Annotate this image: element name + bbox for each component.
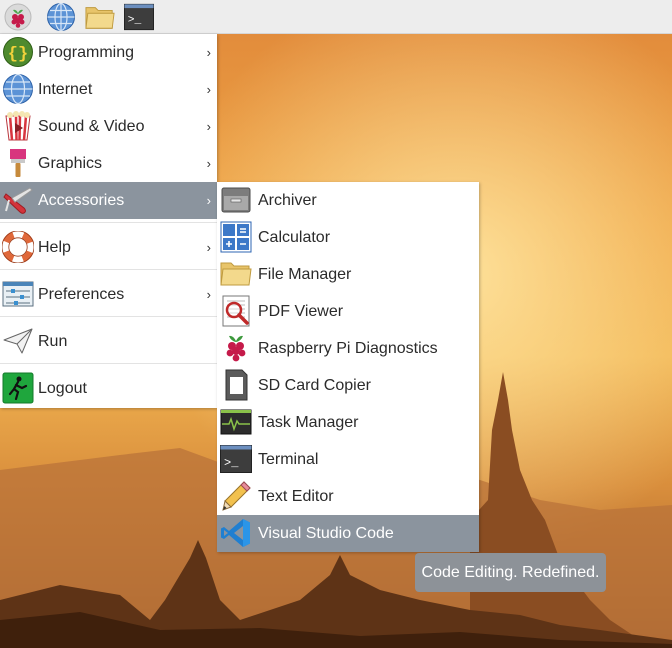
menu-item-preferences[interactable]: Preferences › <box>0 276 217 313</box>
sd-card-icon <box>225 369 248 401</box>
chevron-right-icon: › <box>206 287 211 302</box>
main-menu: {} Programming › Internet › Sound & Vide… <box>0 34 217 408</box>
submenu-item-text-editor[interactable]: Text Editor <box>217 478 479 515</box>
menu-item-graphics[interactable]: Graphics › <box>0 145 217 182</box>
menu-item-label: Programming <box>38 44 135 61</box>
chevron-right-icon: › <box>206 156 211 171</box>
menu-separator <box>0 222 217 223</box>
programming-icon: {} <box>3 37 33 67</box>
menu-item-label: Internet <box>38 81 93 98</box>
menu-item-run[interactable]: Run <box>0 323 217 360</box>
chevron-right-icon: › <box>206 82 211 97</box>
raspberry-logo-icon <box>4 3 32 31</box>
swiss-knife-icon <box>3 187 33 214</box>
menu-item-programming[interactable]: {} Programming › <box>0 34 217 71</box>
menu-item-sound-video[interactable]: Sound & Video › <box>0 108 217 145</box>
submenu-item-label: Archiver <box>258 192 317 209</box>
task-manager-icon <box>220 409 252 435</box>
menu-item-label: Sound & Video <box>38 118 145 135</box>
lifebuoy-icon <box>2 231 34 263</box>
submenu-item-label: Text Editor <box>258 488 334 505</box>
submenu-item-visual-studio-code[interactable]: Visual Studio Code <box>217 515 479 552</box>
submenu-item-file-manager[interactable]: File Manager <box>217 256 479 293</box>
web-browser-button[interactable] <box>46 2 76 32</box>
menu-item-label: Help <box>38 239 71 256</box>
menu-item-label: Graphics <box>38 155 103 172</box>
menu-item-logout[interactable]: Logout <box>0 370 217 407</box>
folder-icon <box>220 262 252 286</box>
menu-separator <box>0 363 217 364</box>
menu-separator <box>0 316 217 317</box>
submenu-item-label: Terminal <box>258 451 319 468</box>
pencil-icon <box>222 481 251 511</box>
chevron-right-icon: › <box>206 240 211 255</box>
submenu-item-label: File Manager <box>258 266 352 283</box>
chevron-right-icon: › <box>206 45 211 60</box>
globe-icon <box>47 2 75 32</box>
globe-icon <box>3 73 33 105</box>
menu-item-label: Accessories <box>38 192 125 209</box>
submenu-item-label: Visual Studio Code <box>258 525 394 542</box>
calculator-icon <box>220 221 252 253</box>
folder-icon <box>85 7 115 29</box>
menu-item-accessories[interactable]: Accessories › <box>0 182 217 219</box>
svg-text:>_: >_ <box>128 15 142 27</box>
submenu-item-label: PDF Viewer <box>258 303 344 320</box>
submenu-item-task-manager[interactable]: Task Manager <box>217 404 479 441</box>
submenu-item-raspberry-pi-diagnostics[interactable]: Raspberry Pi Diagnostics <box>217 330 479 367</box>
archiver-icon <box>221 187 251 213</box>
menu-item-help[interactable]: Help › <box>0 229 217 266</box>
menu-item-internet[interactable]: Internet › <box>0 71 217 108</box>
tooltip: Code Editing. Redefined. <box>415 553 606 592</box>
terminal-icon: >_ <box>220 445 252 473</box>
preferences-icon <box>2 281 34 307</box>
file-manager-button[interactable] <box>85 2 115 32</box>
submenu-item-pdf-viewer[interactable]: PDF Viewer <box>217 293 479 330</box>
chevron-right-icon: › <box>206 119 211 134</box>
menu-item-label: Logout <box>38 380 87 397</box>
submenu-item-label: Task Manager <box>258 414 359 431</box>
submenu-item-calculator[interactable]: Calculator <box>217 219 479 256</box>
exit-icon <box>2 372 34 404</box>
vscode-icon <box>221 519 250 547</box>
chevron-right-icon: › <box>206 193 211 208</box>
accessories-submenu: Archiver Calculator File Manager PDF Vie… <box>217 182 479 552</box>
svg-text:>_: >_ <box>224 456 239 470</box>
menu-item-label: Run <box>38 333 68 350</box>
raspberry-icon <box>226 335 246 362</box>
terminal-icon: >_ <box>124 3 154 31</box>
raspberry-menu-button[interactable] <box>3 2 33 32</box>
submenu-item-sd-card-copier[interactable]: SD Card Copier <box>217 367 479 404</box>
menu-separator <box>0 269 217 270</box>
svg-text:{}: {} <box>8 45 28 64</box>
popcorn-icon <box>5 111 31 141</box>
paper-plane-icon <box>3 328 33 354</box>
menu-item-label: Preferences <box>38 286 125 303</box>
submenu-item-terminal[interactable]: >_ Terminal <box>217 441 479 478</box>
submenu-item-archiver[interactable]: Archiver <box>217 182 479 219</box>
paintbrush-icon <box>10 149 26 177</box>
submenu-item-label: SD Card Copier <box>258 377 371 394</box>
pdf-viewer-icon <box>222 295 250 327</box>
taskbar: >_ <box>0 0 672 34</box>
submenu-item-label: Calculator <box>258 229 331 246</box>
terminal-button[interactable]: >_ <box>124 2 154 32</box>
submenu-item-label: Raspberry Pi Diagnostics <box>258 340 438 357</box>
